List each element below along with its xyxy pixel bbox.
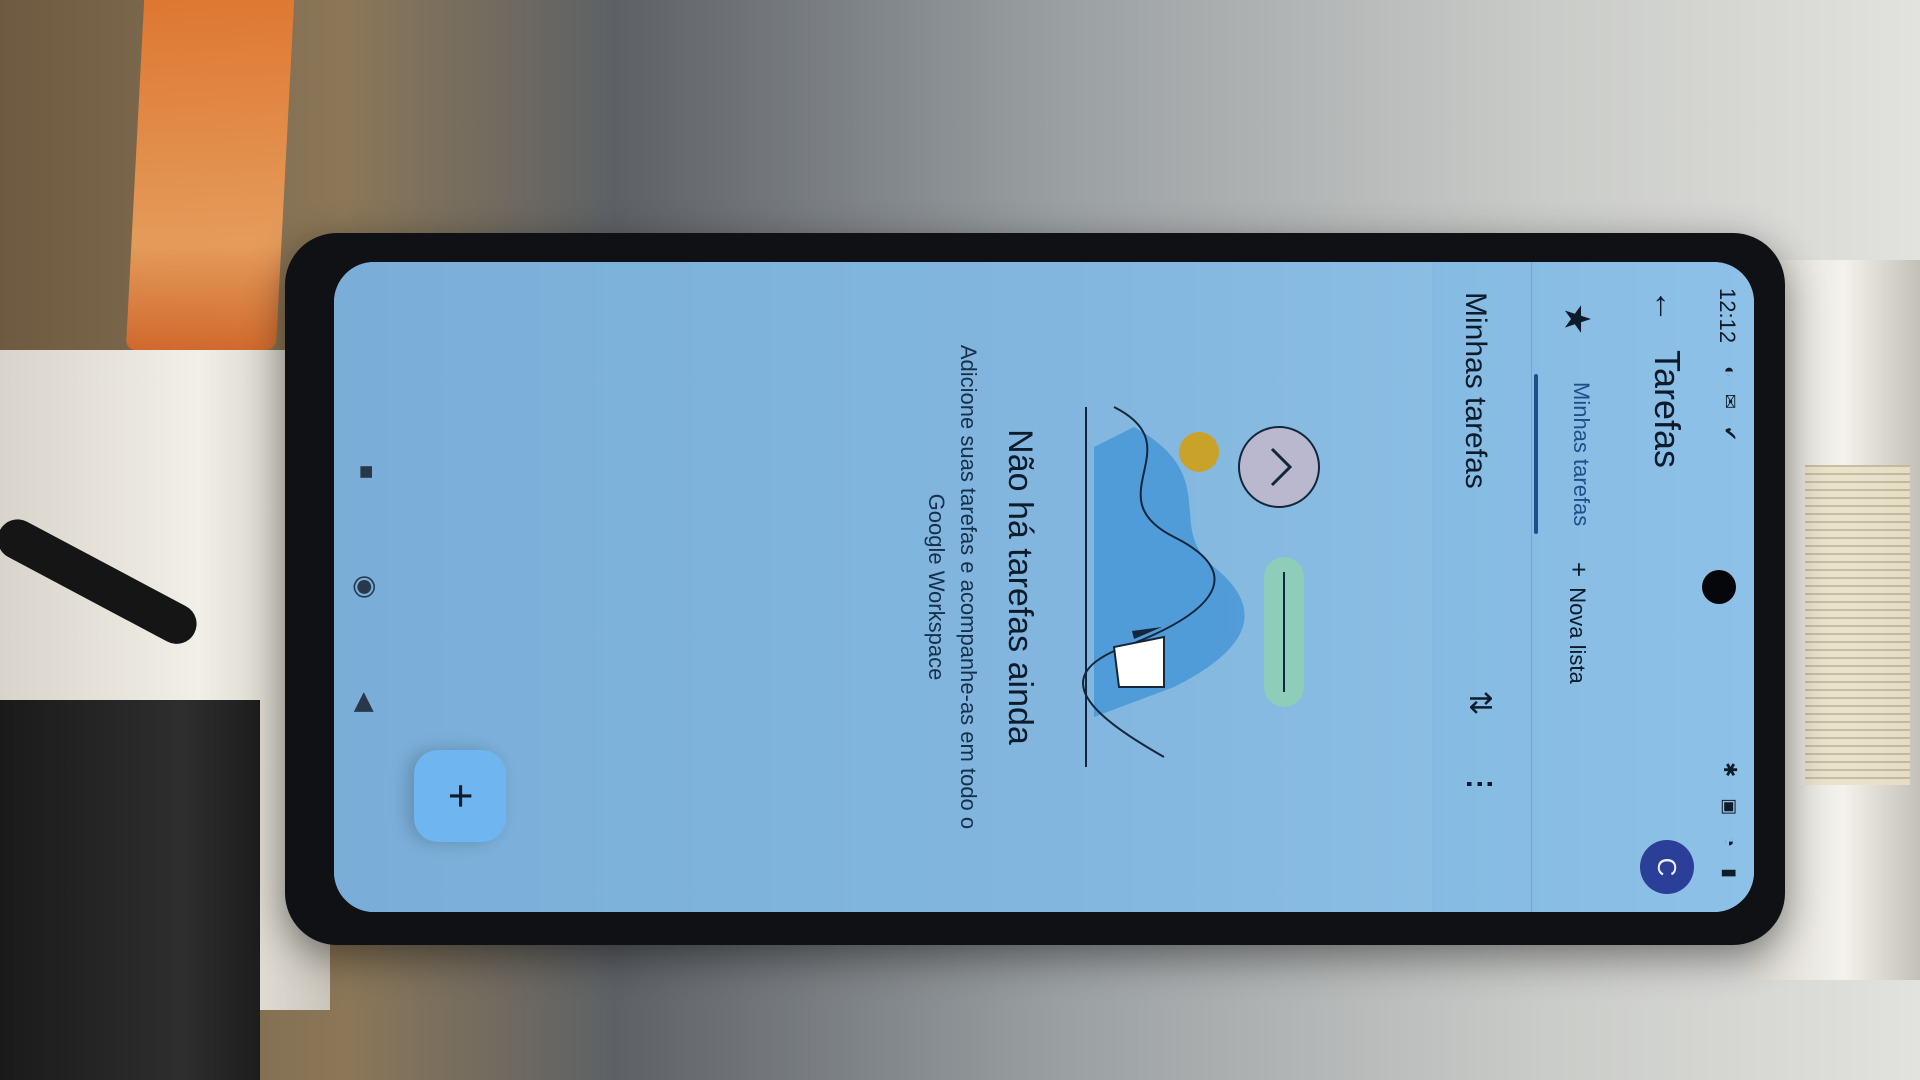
phone-screen: 12:12 ◐ ✉ ✔ ✱ ▣ ◔ ▮ ← Tarefas C ★ Minhas… — [334, 262, 1754, 912]
list-tabs: ★ Minhas tarefas + Nova lista — [1531, 262, 1620, 912]
page-title: Tarefas — [1647, 350, 1688, 469]
system-status-icons: ✱ ▣ ◔ ▮ — [1720, 762, 1740, 886]
new-list-label: Nova lista — [1565, 587, 1590, 684]
account-avatar[interactable]: C — [1640, 840, 1694, 894]
system-nav-bar: ■ ◉ ◀ — [334, 262, 404, 912]
nav-back-icon[interactable]: ◀ — [346, 682, 386, 722]
empty-state-illustration — [1082, 406, 1320, 767]
sort-icon[interactable]: ⇅ — [1452, 676, 1506, 730]
background-label-sticker — [1805, 465, 1910, 785]
starred-tab-star-icon[interactable]: ★ — [1550, 292, 1604, 346]
list-header: Minhas tarefas ⇅ ⋮ — [1432, 262, 1522, 912]
new-list-button[interactable]: + Nova lista — [1563, 562, 1594, 684]
front-camera — [1702, 570, 1736, 604]
empty-state-title: Não há tarefas ainda — [1001, 429, 1039, 745]
status-bar: 12:12 ◐ ✉ ✔ ✱ ▣ ◔ ▮ — [1702, 262, 1754, 912]
check-circle-shape — [1238, 426, 1320, 508]
tab-my-tasks[interactable]: Minhas tarefas — [1568, 382, 1594, 526]
home-icon[interactable]: ◉ — [346, 567, 386, 607]
note-card-shape — [1112, 635, 1165, 688]
app-bar: ← Tarefas C — [1630, 262, 1702, 912]
empty-state-subtitle: Adicione suas tarefas e acompanhe-as em … — [924, 344, 981, 830]
back-arrow-icon[interactable]: ← — [1640, 280, 1692, 332]
add-task-button[interactable]: + — [414, 750, 506, 842]
status-time: 12:12 — [1715, 288, 1740, 344]
recents-icon[interactable]: ■ — [346, 452, 386, 492]
tasks-app-screen: 12:12 ◐ ✉ ✔ ✱ ▣ ◔ ▮ ← Tarefas C ★ Minhas… — [334, 262, 1754, 912]
active-tab-indicator — [1534, 374, 1538, 534]
notification-icons: ◐ ✉ ✔ — [1720, 366, 1740, 448]
list-title: Minhas tarefas — [1459, 292, 1492, 489]
yellow-dot-shape — [1179, 432, 1219, 472]
more-options-icon[interactable]: ⋮ — [1452, 758, 1506, 812]
background-orange-box — [125, 0, 295, 350]
plus-icon: + — [1564, 562, 1594, 578]
background-dark-block — [0, 700, 260, 1080]
